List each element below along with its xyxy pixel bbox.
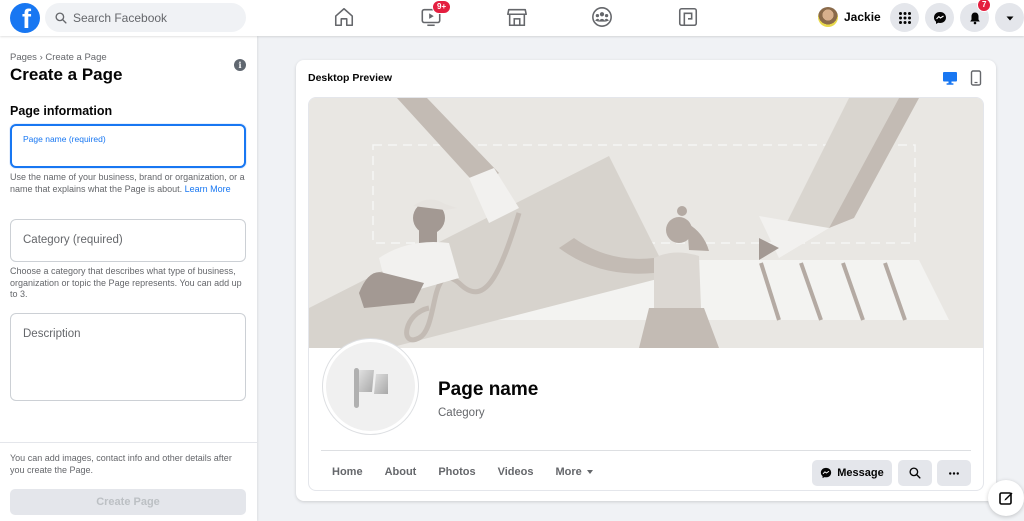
cover-illustration bbox=[309, 98, 983, 348]
message-label: Message bbox=[837, 467, 884, 479]
page-name-label: Page name (required) bbox=[23, 134, 106, 144]
profile-link[interactable]: Jackie bbox=[818, 5, 881, 29]
facebook-logo[interactable]: f bbox=[10, 3, 40, 33]
user-name: Jackie bbox=[844, 10, 881, 24]
description-field[interactable]: Description bbox=[10, 313, 246, 401]
nav-gaming[interactable] bbox=[677, 6, 701, 30]
desktop-view-button[interactable] bbox=[942, 70, 958, 86]
category-placeholder: Category (required) bbox=[23, 234, 123, 246]
page-name-help: Use the name of your business, brand or … bbox=[10, 172, 250, 195]
mobile-icon bbox=[970, 70, 982, 86]
more-options-button[interactable] bbox=[937, 460, 971, 486]
desktop-preview-card: Desktop Preview Page name Category Home … bbox=[296, 60, 996, 501]
nav-home[interactable] bbox=[333, 6, 357, 30]
tab-more-label: More bbox=[555, 466, 582, 478]
breadcrumb[interactable]: Pages › Create a Page bbox=[10, 52, 107, 63]
marketplace-icon bbox=[507, 8, 527, 27]
flag-icon bbox=[353, 367, 388, 408]
compose-icon bbox=[999, 492, 1013, 505]
desktop-icon bbox=[943, 72, 957, 85]
search-page-button[interactable] bbox=[898, 460, 932, 486]
caret-down-icon bbox=[1006, 16, 1013, 20]
page-name-field[interactable]: Page name (required) bbox=[10, 124, 246, 168]
messenger-button[interactable] bbox=[925, 3, 954, 32]
search-icon bbox=[55, 11, 67, 24]
page-tabs: Home About Photos Videos More bbox=[321, 458, 604, 486]
create-page-button[interactable]: Create Page bbox=[10, 489, 246, 515]
footer-note: You can add images, contact info and oth… bbox=[10, 453, 232, 475]
page-preview: Page name Category Home About Photos Vid… bbox=[308, 97, 984, 491]
top-navigation-bar: f Search Facebook 9+ Jackie 7 bbox=[0, 0, 1024, 36]
preview-category: Category bbox=[438, 407, 485, 419]
nav-groups[interactable] bbox=[591, 6, 615, 30]
mobile-view-button[interactable] bbox=[968, 70, 984, 86]
preview-page-name: Page name bbox=[438, 379, 539, 400]
groups-icon bbox=[592, 7, 612, 27]
search-icon bbox=[909, 467, 921, 479]
nav-marketplace[interactable] bbox=[506, 6, 530, 30]
tab-more[interactable]: More bbox=[544, 466, 603, 478]
more-dots-icon bbox=[949, 471, 959, 475]
message-button[interactable]: Message bbox=[812, 460, 892, 486]
category-help: Choose a category that describes what ty… bbox=[10, 266, 242, 299]
tab-videos[interactable]: Videos bbox=[487, 466, 545, 478]
account-menu-button[interactable] bbox=[995, 3, 1024, 32]
search-placeholder: Search Facebook bbox=[73, 10, 168, 25]
tab-photos[interactable]: Photos bbox=[427, 466, 486, 478]
bell-icon bbox=[969, 12, 980, 24]
menu-button[interactable] bbox=[890, 3, 919, 32]
home-icon bbox=[334, 7, 354, 27]
new-message-button[interactable] bbox=[988, 480, 1024, 516]
page-title: Create a Page bbox=[10, 65, 123, 84]
gaming-icon bbox=[678, 7, 698, 27]
avatar bbox=[818, 7, 838, 27]
notifications-badge: 7 bbox=[977, 0, 992, 12]
panel-footer: You can add images, contact info and oth… bbox=[0, 442, 257, 521]
watch-badge: 9+ bbox=[432, 0, 452, 14]
tab-home[interactable]: Home bbox=[321, 466, 374, 478]
main-nav: 9+ bbox=[320, 0, 720, 36]
messenger-icon bbox=[821, 467, 832, 479]
profile-picture bbox=[323, 339, 418, 434]
info-icon[interactable]: i bbox=[234, 59, 246, 71]
menu-grid-icon bbox=[898, 11, 911, 24]
preview-title: Desktop Preview bbox=[308, 72, 393, 84]
tab-about[interactable]: About bbox=[374, 466, 428, 478]
messenger-icon bbox=[933, 11, 946, 24]
learn-more-link[interactable]: Learn More bbox=[185, 184, 231, 194]
search-input[interactable]: Search Facebook bbox=[45, 3, 246, 32]
section-title: Page information bbox=[10, 104, 113, 118]
category-field[interactable]: Category (required) bbox=[10, 219, 246, 262]
cover-photo bbox=[309, 98, 983, 348]
description-placeholder: Description bbox=[23, 328, 81, 340]
caret-down-icon bbox=[586, 470, 593, 474]
create-page-panel: Pages › Create a Page Create a Page i Pa… bbox=[0, 36, 257, 521]
notifications-button[interactable]: 7 bbox=[960, 0, 992, 32]
divider bbox=[321, 450, 971, 451]
nav-watch[interactable]: 9+ bbox=[420, 0, 452, 30]
